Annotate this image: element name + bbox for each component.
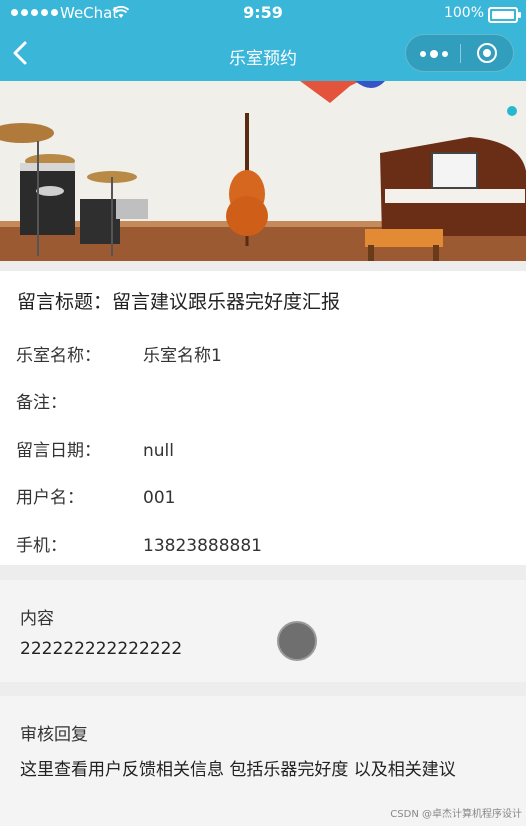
reply-heading: 审核回复 — [20, 725, 88, 745]
message-title-value: 留言建议跟乐器完好度汇报 — [112, 291, 341, 313]
row-label: 手机： — [16, 536, 67, 556]
content-text: 222222222222222 — [20, 639, 183, 659]
detail-row-remark: 备注： — [16, 388, 143, 413]
mini-program-capsule — [405, 34, 514, 72]
detail-row-room: 乐室名称： 乐室名称1 — [16, 341, 222, 366]
detail-card: 留言标题：留言建议跟乐器完好度汇报 乐室名称： 乐室名称1 备注： 留言日期： nu… — [0, 271, 526, 565]
battery-icon — [488, 7, 521, 23]
more-dots-icon[interactable] — [420, 50, 448, 58]
content-heading: 内容 — [20, 609, 54, 629]
row-value: 13823888881 — [143, 536, 262, 556]
target-circle-icon[interactable] — [477, 43, 497, 63]
content-card: 内容 222222222222222 — [0, 580, 526, 682]
row-value: null — [143, 441, 174, 461]
detail-row-date: 留言日期： null — [16, 436, 174, 461]
top-bar: WeChat 9:59 100% 乐室预约 — [0, 0, 526, 81]
row-value: 乐室名称1 — [143, 346, 222, 366]
screen: WeChat 9:59 100% 乐室预约 留言标题：留言建议跟乐器完好度汇报 … — [0, 0, 526, 826]
row-label: 乐室名称： — [16, 346, 101, 366]
watermark: CSDN @卓杰计算机程序设计 — [390, 809, 522, 820]
battery-percent: 100% — [443, 5, 484, 21]
capsule-divider — [460, 44, 461, 63]
banner-image — [0, 81, 526, 261]
message-title: 留言标题：留言建议跟乐器完好度汇报 — [17, 287, 340, 314]
row-label: 用户名： — [16, 488, 84, 508]
touch-indicator — [277, 621, 317, 661]
reply-text: 这里查看用户反馈相关信息 包括乐器完好度 以及相关建议 — [20, 760, 456, 780]
row-value: 001 — [143, 488, 176, 508]
detail-row-username: 用户名： 001 — [16, 483, 175, 508]
row-label: 备注： — [16, 393, 67, 413]
detail-row-phone: 手机： 13823888881 — [16, 531, 262, 556]
row-label: 留言日期： — [16, 441, 101, 461]
status-bar: WeChat 9:59 100% — [0, 0, 526, 28]
message-title-label: 留言标题： — [17, 291, 113, 313]
